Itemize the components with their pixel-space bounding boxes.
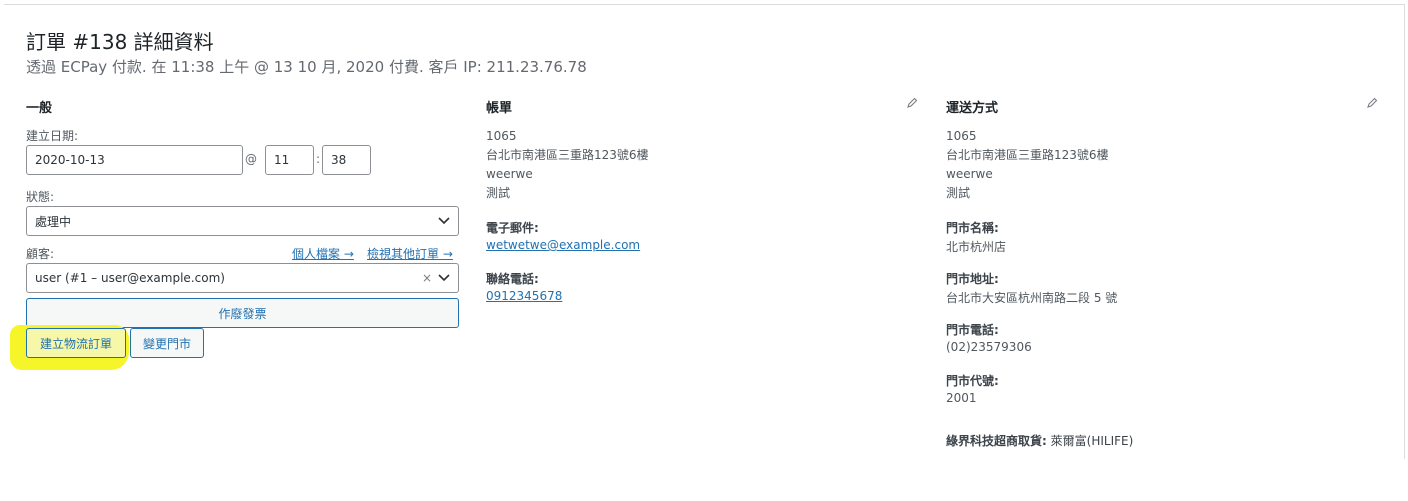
pencil-icon[interactable] bbox=[1366, 97, 1378, 109]
shipping-method-value: 萊爾富(HILIFE) bbox=[1050, 434, 1134, 448]
store-phone-value: (02)23579306 bbox=[946, 340, 1032, 354]
general-heading: 一般 bbox=[26, 101, 53, 116]
minute-input[interactable]: 38 bbox=[322, 145, 371, 175]
status-label: 狀態: bbox=[26, 190, 55, 204]
shipping-address-line: 測試 bbox=[946, 186, 971, 200]
page-subtitle: 透過 ECPay 付款. 在 11:38 上午 @ 13 10 月, 2020 … bbox=[26, 58, 587, 76]
other-orders-link[interactable]: 檢視其他訂單 → bbox=[367, 245, 453, 262]
date-input[interactable]: 2020-10-13 bbox=[26, 145, 243, 175]
billing-address-line: 測試 bbox=[486, 186, 511, 200]
phone-label: 聯絡電話: bbox=[486, 272, 539, 286]
chevron-down-icon bbox=[438, 217, 450, 225]
shipping-method-label: 綠界科技超商取貨: bbox=[946, 434, 1047, 448]
shipping-address-line: 1065 bbox=[946, 129, 977, 143]
hour-input[interactable]: 11 bbox=[265, 145, 314, 175]
date-label: 建立日期: bbox=[26, 129, 79, 143]
store-phone-label: 門市電話: bbox=[946, 323, 999, 337]
void-invoice-button[interactable]: 作廢發票 bbox=[26, 298, 459, 328]
billing-heading: 帳單 bbox=[486, 101, 513, 116]
billing-address-line: 台北市南港區三重路123號6樓 bbox=[486, 148, 649, 162]
pencil-icon[interactable] bbox=[906, 97, 918, 109]
shipping-method: 綠界科技超商取貨: 萊爾富(HILIFE) bbox=[946, 432, 1133, 449]
shipping-address-line: 台北市南港區三重路123號6樓 bbox=[946, 148, 1109, 162]
email-label: 電子郵件: bbox=[486, 221, 539, 235]
at-separator: @ bbox=[245, 152, 257, 166]
clear-icon[interactable]: × bbox=[422, 271, 432, 285]
shipping-address: 1065 台北市南港區三重路123號6樓 weerwe 測試 bbox=[946, 127, 1109, 203]
customer-value: user (#1 – user@example.com) bbox=[35, 271, 225, 285]
phone-link[interactable]: 0912345678 bbox=[486, 289, 562, 303]
store-name-label: 門市名稱: bbox=[946, 221, 999, 235]
change-store-button[interactable]: 變更門市 bbox=[130, 328, 204, 358]
customer-select[interactable]: user (#1 – user@example.com) × bbox=[26, 263, 459, 293]
shipping-address-line: weerwe bbox=[946, 167, 993, 181]
store-code-label: 門市代號: bbox=[946, 374, 999, 388]
store-address-label: 門市地址: bbox=[946, 272, 999, 286]
store-address-value: 台北市大安區杭州南路二段 5 號 bbox=[946, 291, 1118, 305]
status-value: 處理中 bbox=[35, 214, 72, 229]
billing-address-line: weerwe bbox=[486, 167, 533, 181]
billing-address: 1065 台北市南港區三重路123號6樓 weerwe 測試 bbox=[486, 127, 649, 203]
date-value: 2020-10-13 bbox=[35, 153, 105, 167]
create-logistics-order-button[interactable]: 建立物流訂單 bbox=[26, 328, 126, 358]
email-link[interactable]: wetwetwe@example.com bbox=[486, 238, 640, 252]
store-name-value: 北市杭州店 bbox=[946, 240, 1007, 254]
billing-address-line: 1065 bbox=[486, 129, 517, 143]
chevron-down-icon bbox=[438, 274, 450, 282]
customer-label: 顧客: bbox=[26, 247, 55, 261]
store-code-value: 2001 bbox=[946, 391, 977, 405]
status-select[interactable]: 處理中 bbox=[26, 206, 459, 236]
colon-separator: : bbox=[316, 152, 321, 166]
hour-value: 11 bbox=[274, 153, 290, 167]
page-title: 訂單 #138 詳細資料 bbox=[26, 30, 214, 54]
shipping-heading: 運送方式 bbox=[946, 101, 999, 116]
profile-link[interactable]: 個人檔案 → bbox=[292, 245, 354, 262]
minute-value: 38 bbox=[331, 153, 347, 167]
